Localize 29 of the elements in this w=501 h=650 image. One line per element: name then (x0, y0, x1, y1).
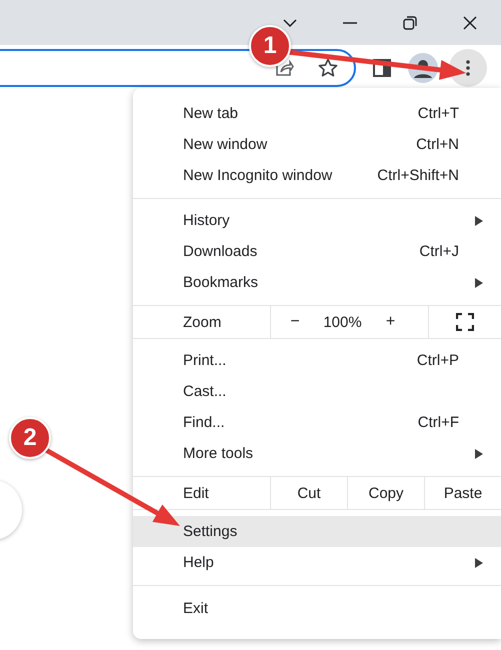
profile-avatar-icon[interactable] (408, 52, 438, 82)
more-vertical-icon (466, 60, 470, 76)
menu-item[interactable]: Find... Ctrl+F (133, 407, 501, 438)
star-icon[interactable] (318, 58, 338, 78)
zoom-level: 100% (322, 312, 363, 332)
menu-item[interactable]: Print... Ctrl+P (133, 345, 501, 376)
menu-item[interactable]: Bookmarks (133, 267, 501, 298)
side-panel-icon[interactable] (373, 58, 391, 76)
zoom-label: Zoom (182, 312, 222, 332)
share-icon[interactable] (274, 58, 294, 78)
restore-icon[interactable] (403, 16, 417, 30)
close-icon[interactable] (463, 16, 477, 30)
menu-button[interactable] (449, 48, 487, 86)
menu-item[interactable]: Downloads Ctrl+J (133, 236, 501, 267)
edit-label: Edit (182, 484, 210, 504)
menu-item[interactable]: Cast... (133, 376, 501, 407)
menu-item[interactable]: New tab Ctrl+T (133, 98, 501, 129)
chevron-down-icon[interactable] (283, 18, 297, 26)
menu-item[interactable]: Exit (133, 593, 501, 624)
minimize-icon[interactable] (343, 22, 357, 24)
menu-item[interactable]: History (133, 205, 501, 236)
step-badge: 2 (9, 417, 51, 459)
menu-item[interactable]: More tools (133, 438, 501, 469)
fullscreen-icon (456, 313, 474, 331)
edit-action-button[interactable]: Paste (424, 477, 501, 509)
menu-item[interactable]: New Incognito window Ctrl+Shift+N (133, 160, 501, 191)
menu-item[interactable]: New window Ctrl+N (133, 129, 501, 160)
menu-item[interactable]: Help (133, 547, 501, 578)
menu-item[interactable]: Settings (133, 516, 501, 547)
